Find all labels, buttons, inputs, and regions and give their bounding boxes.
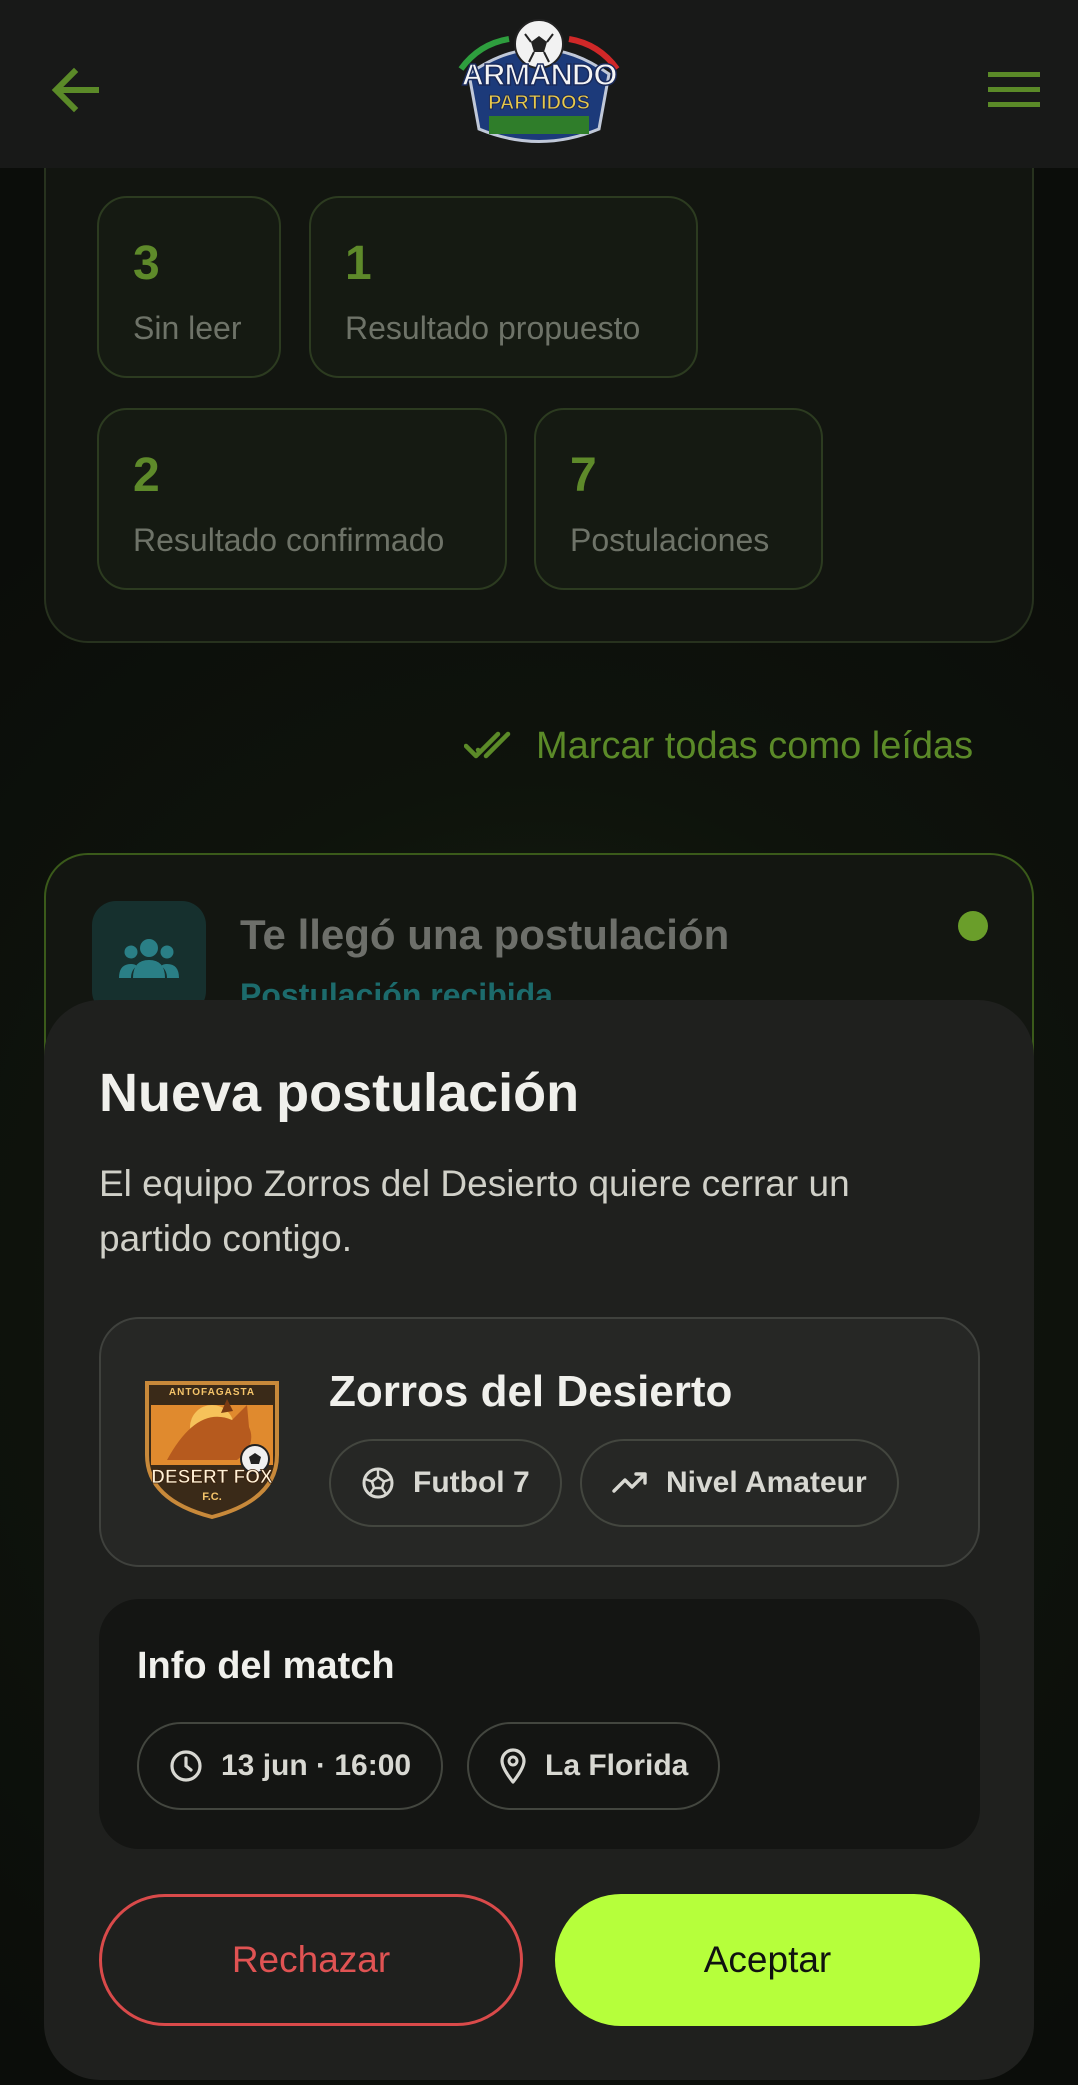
back-button[interactable] xyxy=(48,62,104,118)
app-header: ARMANDO PARTIDOS xyxy=(0,0,1078,168)
logo-text: ARMANDO PARTIDOS xyxy=(449,57,629,115)
stat-confirmed-result[interactable]: 2 Resultado confirmado xyxy=(97,408,507,590)
stat-label: Resultado propuesto xyxy=(345,310,641,346)
arrow-left-icon xyxy=(51,67,99,113)
logo-line1: ARMANDO xyxy=(461,57,618,93)
stat-label: Resultado confirmado xyxy=(133,522,445,558)
team-name: Zorros del Desierto xyxy=(329,1367,733,1416)
soccer-ball-icon xyxy=(362,1467,394,1499)
menu-button[interactable] xyxy=(986,66,1042,114)
stat-value: 1 xyxy=(345,237,372,290)
level-chip: Nivel Amateur xyxy=(580,1439,899,1527)
stat-proposed-result[interactable]: 1 Resultado propuesto xyxy=(309,196,698,378)
users-group-icon xyxy=(119,939,179,978)
hamburger-menu-icon xyxy=(988,72,1040,107)
location-chip: La Florida xyxy=(467,1722,721,1810)
team-logo-bottom-text: F.C. xyxy=(202,1491,222,1503)
reject-button[interactable]: Rechazar xyxy=(99,1894,523,2026)
notifications-summary: 3 Sin leer 1 Resultado propuesto 2 Resul… xyxy=(44,130,1034,643)
datetime-label: 13 jun · 16:00 xyxy=(221,1749,412,1782)
mark-all-read-button[interactable]: Marcar todas como leídas xyxy=(464,718,973,774)
stat-value: 7 xyxy=(570,449,597,502)
level-label: Nivel Amateur xyxy=(666,1466,867,1499)
notification-title: Te llegó una postulación xyxy=(240,911,730,958)
location-label: La Florida xyxy=(545,1749,689,1782)
trending-up-icon xyxy=(612,1472,647,1493)
stat-applications[interactable]: 7 Postulaciones xyxy=(534,408,823,590)
stat-value: 3 xyxy=(133,237,160,290)
mark-all-read-label: Marcar todas como leídas xyxy=(536,724,974,767)
unread-dot xyxy=(958,911,988,941)
clock-icon xyxy=(170,1750,202,1782)
team-card[interactable]: ANTOFAGASTA DESERT FOX F.C. Zorros del D… xyxy=(99,1317,980,1567)
match-info-card: Info del match 13 jun · 16:00 La Florida xyxy=(99,1599,980,1849)
datetime-chip: 13 jun · 16:00 xyxy=(137,1722,444,1810)
logo-line2: PARTIDOS xyxy=(488,92,591,115)
stat-label: Postulaciones xyxy=(570,522,770,558)
sheet-title: Nueva postulación xyxy=(99,1063,580,1123)
team-logo-top-text: ANTOFAGASTA xyxy=(168,1387,256,1398)
location-pin-icon xyxy=(500,1748,526,1784)
stat-label: Sin leer xyxy=(133,310,242,346)
format-chip: Futbol 7 xyxy=(329,1439,562,1527)
team-logo-main-text: DESERT FOX xyxy=(151,1467,273,1489)
sheet-description: El equipo Zorros del Desierto quiere cer… xyxy=(99,1163,850,1259)
double-check-icon xyxy=(464,731,511,759)
accept-button[interactable]: Aceptar xyxy=(555,1894,980,2026)
match-info-title: Info del match xyxy=(137,1645,395,1687)
stat-unread[interactable]: 3 Sin leer xyxy=(97,196,281,378)
format-label: Futbol 7 xyxy=(413,1466,530,1499)
stat-value: 2 xyxy=(133,449,160,502)
notification-icon-box xyxy=(92,901,206,1015)
team-logo: ANTOFAGASTA DESERT FOX F.C. xyxy=(137,1365,287,1520)
application-bottom-sheet: Nueva postulación El equipo Zorros del D… xyxy=(44,1000,1034,2080)
